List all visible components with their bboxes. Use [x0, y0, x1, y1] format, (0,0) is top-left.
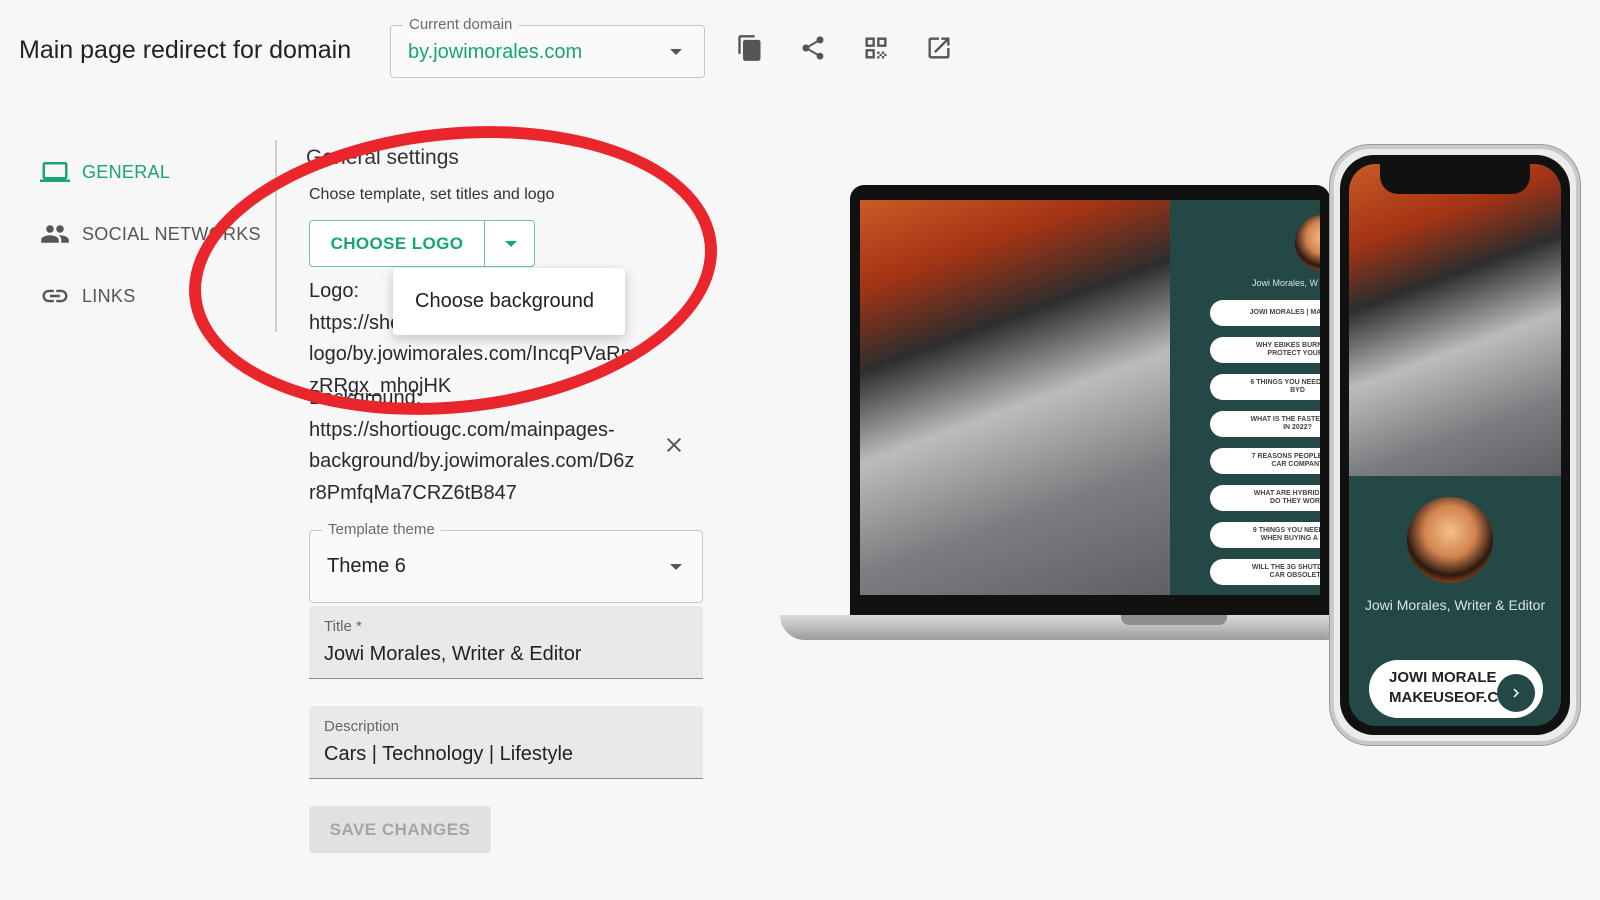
template-theme-value: Theme 6: [327, 555, 406, 577]
description-field[interactable]: Description Cars | Technology | Lifestyl…: [309, 706, 703, 779]
template-theme-label: Template theme: [322, 521, 441, 538]
close-icon[interactable]: [662, 433, 686, 457]
description-field-value: Cars | Technology | Lifestyle: [324, 743, 574, 765]
laptop-link-item: WHAT IS THE FASTEST ELE IN 2022?: [1210, 411, 1320, 437]
open-in-new-icon[interactable]: [924, 33, 954, 63]
phone-background-photo: [1349, 164, 1561, 476]
laptop-base: [780, 615, 1350, 640]
save-changes-button[interactable]: SAVE CHANGES: [309, 806, 491, 853]
laptop-link-item: 9 THINGS YOU NEED TO C WHEN BUYING A DAS: [1210, 522, 1320, 548]
copy-icon[interactable]: [735, 33, 765, 63]
sidebar-item-general[interactable]: GENERAL: [40, 157, 170, 187]
laptop-link-item: 6 THINGS YOU NEED TO KN BYD: [1210, 374, 1320, 400]
laptop-links-panel: Jowi Morales, W JOWI MORALES | MAKEUSE W…: [1170, 200, 1320, 595]
page-title: Main page redirect for domain: [19, 36, 352, 64]
sidebar-item-label: GENERAL: [82, 161, 171, 182]
phone-profile-name: Jowi Morales, Writer & Editor: [1364, 597, 1546, 613]
laptop-profile-name: Jowi Morales, W: [1252, 278, 1319, 288]
title-field-value: Jowi Morales, Writer & Editor: [324, 643, 582, 665]
sidebar-item-label: LINKS: [82, 285, 136, 306]
domain-select[interactable]: Current domain by.jowimorales.com: [390, 16, 705, 78]
title-field-label: Title *: [324, 618, 362, 635]
phone-preview: Jowi Morales, Writer & Editor JOWI MORAL…: [1330, 145, 1580, 745]
chevron-down-icon: [670, 49, 682, 55]
laptop-link-item: JOWI MORALES | MAKEUSE: [1210, 300, 1320, 326]
qr-code-icon[interactable]: [861, 33, 891, 63]
phone-notch: [1380, 164, 1530, 194]
laptop-background-photo: [860, 200, 1170, 595]
laptop-link-item: WILL THE 3G SHUTDOWN I CAR OBSOLETE: [1210, 559, 1320, 585]
phone-preview-screen: Jowi Morales, Writer & Editor JOWI MORAL…: [1349, 164, 1561, 726]
laptop-link-item: WHAT ARE HYBRID CARS DO THEY WORK: [1210, 485, 1320, 511]
laptop-preview-screen: Jowi Morales, W JOWI MORALES | MAKEUSE W…: [860, 200, 1320, 595]
description-field-label: Description: [324, 718, 400, 735]
avatar: [1407, 497, 1493, 583]
chevron-down-icon: [670, 564, 682, 570]
people-icon: [41, 225, 69, 243]
phone-bezel: Jowi Morales, Writer & Editor JOWI MORAL…: [1340, 155, 1570, 735]
template-theme-select[interactable]: Template theme Theme 6: [309, 521, 703, 603]
share-icon[interactable]: [798, 33, 828, 63]
sidebar-item-links[interactable]: LINKS: [40, 281, 136, 311]
annotation-circle: [174, 101, 732, 440]
domain-select-value: by.jowimorales.com: [408, 41, 583, 63]
laptop-link-item: WHY EBIKES BURN AND PROTECT YOURS: [1210, 337, 1320, 363]
laptop-preview: Jowi Morales, W JOWI MORALES | MAKEUSE W…: [850, 185, 1330, 615]
monitor-icon: [40, 162, 70, 182]
laptop-notch: [1121, 615, 1227, 625]
link-icon: [42, 289, 68, 303]
chevron-right-icon: [1497, 674, 1535, 712]
avatar: [1295, 215, 1320, 271]
laptop-link-item: 7 REASONS PEOPLE LOVE CAR COMPANY: [1210, 448, 1320, 474]
title-field[interactable]: Title * Jowi Morales, Writer & Editor: [309, 606, 703, 679]
domain-select-label: Current domain: [403, 16, 519, 33]
